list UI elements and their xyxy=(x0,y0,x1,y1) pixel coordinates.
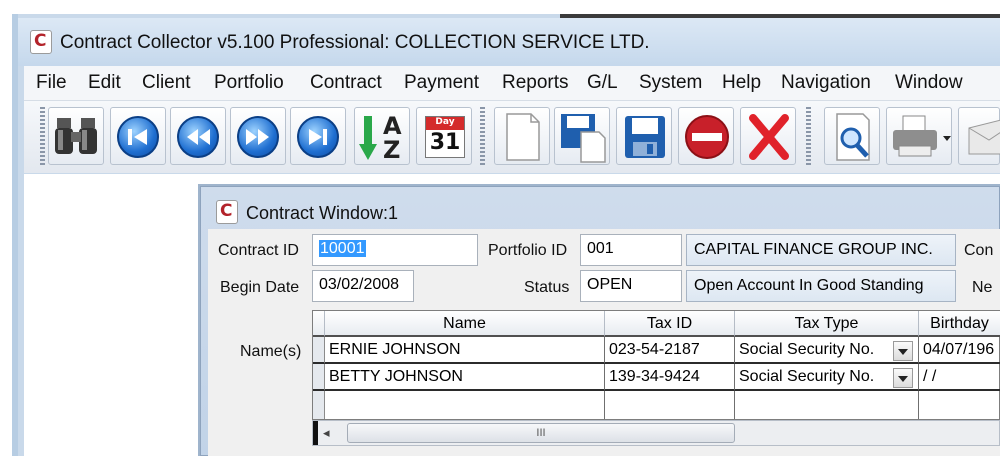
portfolio-id-field[interactable]: 001 xyxy=(580,234,682,266)
contract-window-icon[interactable] xyxy=(216,200,238,224)
app-logo-icon[interactable] xyxy=(30,30,52,54)
scrollbar-edge xyxy=(313,421,318,445)
grid-corner xyxy=(313,311,325,337)
scroll-thumb-grip: III xyxy=(536,427,546,439)
menu-bar: File Edit Client Portfolio Contract Paym… xyxy=(24,66,1000,101)
toolbar-separator-2 xyxy=(806,107,811,165)
row-selector[interactable] xyxy=(313,337,325,364)
contract-window-title: Contract Window:1 xyxy=(246,203,399,223)
calendar-day: 31 xyxy=(429,130,461,155)
email-icon xyxy=(968,119,1000,155)
grid-cell-tax-type[interactable] xyxy=(735,391,919,419)
last-record-icon xyxy=(297,116,339,158)
new-document-icon xyxy=(506,113,540,161)
menu-client[interactable]: Client xyxy=(142,72,191,94)
names-grid[interactable]: Name Tax ID Tax Type Birthday ERNIE JOHN… xyxy=(312,310,1000,420)
menu-help[interactable]: Help xyxy=(722,72,761,94)
status-label: Status xyxy=(524,279,570,296)
menu-file[interactable]: File xyxy=(36,72,67,94)
print-button[interactable] xyxy=(886,107,952,165)
column-header-birthday[interactable]: Birthday xyxy=(919,311,1000,337)
calendar-icon: Day 31 xyxy=(425,116,465,158)
tax-type-value: Social Security No. xyxy=(739,368,875,385)
menu-portfolio[interactable]: Portfolio xyxy=(214,72,284,94)
menu-gl[interactable]: G/L xyxy=(587,72,618,94)
stop-icon xyxy=(685,115,729,159)
menu-payment[interactable]: Payment xyxy=(404,72,479,94)
grid-cell-name[interactable]: ERNIE JOHNSON xyxy=(325,337,605,364)
delete-icon xyxy=(749,114,789,160)
portfolio-name-display: CAPITAL FINANCE GROUP INC. xyxy=(686,234,956,266)
grid-cell-name[interactable] xyxy=(325,391,605,419)
status-description-display: Open Account In Good Standing xyxy=(686,270,956,302)
save-as-button[interactable] xyxy=(554,107,610,165)
print-preview-button[interactable] xyxy=(824,107,880,165)
calendar-header: Day xyxy=(426,117,464,130)
toolbar-separator xyxy=(480,107,485,165)
next-record-icon xyxy=(237,116,279,158)
new-button[interactable] xyxy=(494,107,550,165)
next-record-button[interactable] xyxy=(230,107,286,165)
first-record-icon xyxy=(117,116,159,158)
menu-contract[interactable]: Contract xyxy=(310,72,382,94)
find-button[interactable] xyxy=(48,107,104,165)
column-header-tax-type[interactable]: Tax Type xyxy=(735,311,919,337)
column-header-tax-id[interactable]: Tax ID xyxy=(605,311,735,337)
menu-reports[interactable]: Reports xyxy=(502,72,569,94)
email-button[interactable] xyxy=(958,107,1000,165)
calendar-button[interactable]: Day 31 xyxy=(416,107,472,165)
previous-record-button[interactable] xyxy=(170,107,226,165)
grid-cell-name[interactable]: BETTY JOHNSON xyxy=(325,364,605,391)
last-record-button[interactable] xyxy=(290,107,346,165)
grid-cell-tax-type[interactable]: Social Security No. xyxy=(735,364,919,391)
sort-letter-z: Z xyxy=(383,136,401,164)
contract-id-value: 10001 xyxy=(319,240,366,257)
tax-type-value: Social Security No. xyxy=(739,341,875,358)
tax-type-dropdown-button[interactable] xyxy=(893,368,913,388)
column-header-name[interactable]: Name xyxy=(325,311,605,337)
save-as-icon xyxy=(561,114,606,163)
grid-cell-birthday[interactable]: 04/07/196 xyxy=(919,337,1000,364)
scroll-left-button[interactable]: ◂ xyxy=(323,425,343,441)
contract-id-label: Contract ID xyxy=(218,242,299,259)
grid-horizontal-scrollbar[interactable]: ◂ III xyxy=(312,420,1000,446)
save-button[interactable] xyxy=(616,107,672,165)
app-title: Contract Collector v5.100 Professional: … xyxy=(60,32,650,53)
cancel-button[interactable] xyxy=(678,107,734,165)
row-selector[interactable] xyxy=(313,364,325,391)
toolbar: A Z Day 31 xyxy=(24,101,1000,173)
grid-cell-tax-id[interactable] xyxy=(605,391,735,419)
left-panel xyxy=(24,174,198,456)
menu-edit[interactable]: Edit xyxy=(88,72,121,94)
grid-cell-birthday[interactable]: / / xyxy=(919,364,1000,391)
scroll-thumb[interactable]: III xyxy=(347,423,735,443)
tax-type-dropdown-button[interactable] xyxy=(893,341,913,361)
begin-date-label: Begin Date xyxy=(220,279,300,296)
row-selector[interactable] xyxy=(313,391,325,419)
toolbar-grip[interactable] xyxy=(40,107,45,165)
first-record-button[interactable] xyxy=(110,107,166,165)
names-label: Name(s) xyxy=(240,343,302,360)
menu-navigation[interactable]: Navigation xyxy=(781,72,871,94)
ne-label: Ne xyxy=(972,279,993,296)
begin-date-field[interactable]: 03/02/2008 xyxy=(312,270,414,302)
status-field[interactable]: OPEN xyxy=(580,270,682,302)
binoculars-icon xyxy=(55,118,97,154)
save-icon xyxy=(625,116,665,158)
delete-button[interactable] xyxy=(740,107,796,165)
portfolio-id-label: Portfolio ID xyxy=(488,242,568,259)
print-icon xyxy=(893,115,951,157)
grid-cell-tax-type[interactable]: Social Security No. xyxy=(735,337,919,364)
menu-window[interactable]: Window xyxy=(895,72,963,94)
grid-cell-tax-id[interactable]: 139-34-9424 xyxy=(605,364,735,391)
grid-cell-tax-id[interactable]: 023-54-2187 xyxy=(605,337,735,364)
con-label: Con xyxy=(964,242,994,259)
sort-button[interactable]: A Z xyxy=(354,107,410,165)
menu-system[interactable]: System xyxy=(639,72,702,94)
previous-record-icon xyxy=(177,116,219,158)
print-preview-icon xyxy=(836,113,870,161)
contract-id-field[interactable]: 10001 xyxy=(312,234,478,266)
